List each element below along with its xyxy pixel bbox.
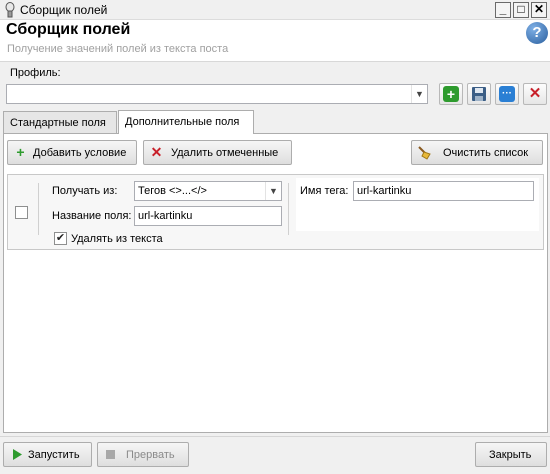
- clear-list-button[interactable]: Очистить список: [411, 140, 543, 165]
- tag-name-label: Имя тега:: [300, 185, 349, 197]
- page-subtitle: Получение значений полей из текста поста: [7, 43, 229, 55]
- remove-from-text-checkbox[interactable]: ✔: [54, 232, 67, 245]
- condition-row: Получать из: Тегов <>...</> ▼ Название п…: [7, 174, 544, 250]
- broom-icon: [418, 146, 431, 160]
- divider: [288, 183, 289, 235]
- header: Сборщик полей Получение значений полей и…: [0, 20, 550, 62]
- profile-label: Профиль:: [10, 67, 61, 79]
- additional-fields-panel: + Добавить условие ✕ Удалить отмеченные …: [3, 133, 548, 433]
- tab-standard-fields[interactable]: Стандартные поля: [3, 111, 117, 134]
- chevron-down-icon[interactable]: ▼: [265, 182, 281, 200]
- close-label: Закрыть: [489, 449, 532, 461]
- add-condition-label: Добавить условие: [33, 147, 127, 159]
- clear-list-label: Очистить список: [443, 147, 529, 159]
- add-condition-button[interactable]: + Добавить условие: [7, 140, 137, 165]
- window-titlebar: Сборщик полей _ □ ✕: [0, 0, 550, 20]
- floppy-disk-icon: [472, 87, 486, 101]
- run-button[interactable]: Запустить: [3, 442, 92, 467]
- remove-from-text-label: Удалять из текста: [71, 233, 163, 245]
- source-select[interactable]: Тегов <>...</> ▼: [134, 181, 282, 201]
- minimize-button[interactable]: _: [495, 2, 511, 18]
- delete-profile-button[interactable]: ✕: [523, 83, 547, 105]
- maximize-button[interactable]: □: [513, 2, 529, 18]
- delete-selected-button[interactable]: ✕ Удалить отмеченные: [143, 140, 292, 165]
- field-name-input[interactable]: url-kartinku: [134, 206, 282, 226]
- field-name-label: Название поля:: [52, 210, 132, 222]
- source-value: Тегов <>...</>: [138, 185, 207, 197]
- ellipsis-icon: ···: [499, 86, 515, 102]
- add-profile-button[interactable]: +: [439, 83, 463, 105]
- page-title: Сборщик полей: [6, 21, 131, 38]
- chevron-down-icon[interactable]: ▼: [411, 85, 427, 103]
- profile-select[interactable]: ▼: [6, 84, 428, 104]
- save-profile-button[interactable]: [467, 83, 491, 105]
- delete-icon: ✕: [528, 85, 542, 102]
- stop-icon: [106, 450, 115, 459]
- help-icon[interactable]: ?: [526, 22, 548, 44]
- close-window-button[interactable]: ✕: [531, 2, 547, 18]
- source-label: Получать из:: [52, 185, 118, 197]
- delete-icon: ✕: [150, 144, 163, 160]
- app-icon: [5, 2, 15, 18]
- delete-selected-label: Удалить отмеченные: [171, 147, 279, 159]
- divider: [38, 183, 39, 235]
- interrupt-button[interactable]: Прервать: [97, 442, 189, 467]
- tag-settings-area: Имя тега: url-kartinku: [296, 178, 539, 231]
- run-label: Запустить: [28, 449, 80, 461]
- play-icon: [13, 449, 22, 460]
- condition-row-checkbox[interactable]: [15, 206, 28, 219]
- close-button[interactable]: Закрыть: [475, 442, 547, 467]
- plus-icon: +: [16, 144, 25, 160]
- plus-icon: +: [443, 86, 459, 102]
- footer-divider: [0, 436, 550, 437]
- more-options-button[interactable]: ···: [495, 83, 519, 105]
- window-title: Сборщик полей: [20, 3, 108, 17]
- interrupt-label: Прервать: [126, 449, 175, 461]
- tag-name-input[interactable]: url-kartinku: [353, 181, 534, 201]
- tab-additional-fields[interactable]: Дополнительные поля: [118, 110, 254, 134]
